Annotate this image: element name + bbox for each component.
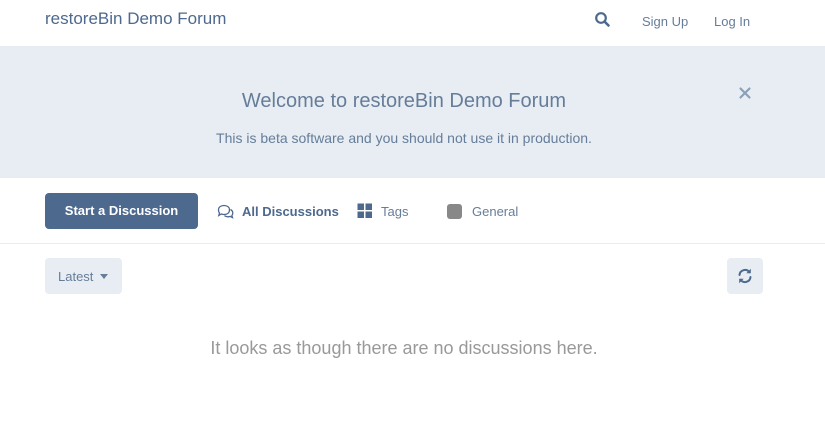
hero-title: Welcome to restoreBin Demo Forum	[241, 90, 567, 112]
sign-up-link[interactable]: Sign Up	[642, 14, 688, 29]
hero-subtitle: This is beta software and you should not…	[216, 130, 592, 146]
nav-all-discussions[interactable]: All Discussions	[217, 202, 339, 220]
welcome-hero: Welcome to restoreBin Demo Forum This is…	[0, 46, 825, 178]
start-discussion-button[interactable]: Start a Discussion	[45, 193, 198, 229]
site-title-link[interactable]: restoreBin Demo Forum	[45, 9, 226, 29]
tags-grid-icon	[357, 203, 372, 218]
nav-tag-general[interactable]: General	[447, 202, 518, 220]
sort-dropdown-label: Latest	[58, 268, 94, 284]
site-header: restoreBin Demo Forum Sign Up Log In	[0, 0, 825, 46]
index-nav: Start a Discussion All Discussions Tags …	[0, 178, 825, 244]
search-icon[interactable]	[594, 11, 612, 29]
refresh-button[interactable]	[727, 258, 763, 294]
nav-tags-label: Tags	[381, 203, 409, 219]
nav-all-discussions-label: All Discussions	[242, 203, 339, 219]
comments-icon	[217, 204, 234, 219]
nav-tags[interactable]: Tags	[357, 202, 408, 220]
caret-down-icon	[100, 273, 109, 279]
sort-dropdown[interactable]: Latest	[45, 258, 122, 294]
empty-discussions-message: It looks as though there are no discussi…	[210, 338, 598, 358]
nav-tag-general-label: General	[472, 203, 519, 219]
tag-color-swatch	[447, 203, 462, 219]
refresh-icon	[738, 268, 752, 284]
close-icon[interactable]	[737, 85, 753, 101]
log-in-link[interactable]: Log In	[714, 14, 750, 29]
